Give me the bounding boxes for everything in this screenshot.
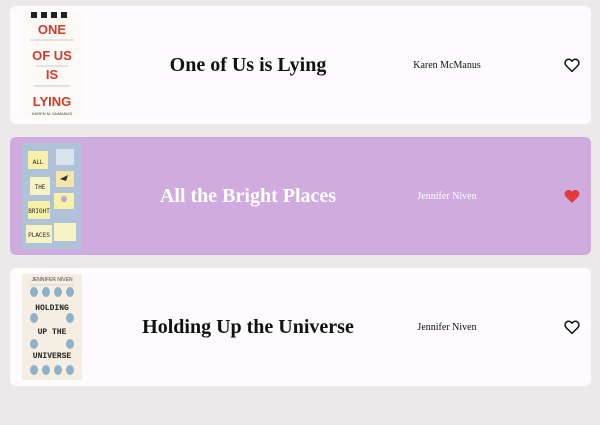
cover-author-line: JENNIFER NIVEN bbox=[31, 277, 73, 283]
book-cover-image: ALL THE BRIGHT PLACES bbox=[22, 143, 82, 249]
cover-title-line: ONE bbox=[38, 22, 67, 37]
favorite-button[interactable] bbox=[563, 318, 581, 336]
heart-outline-icon bbox=[564, 320, 580, 335]
book-card-holding-up-the-universe[interactable]: JENNIFER NIVEN HOLDING UP THE UNIVERSE H… bbox=[10, 268, 591, 386]
favorite-button[interactable] bbox=[563, 56, 581, 74]
book-author: Karen McManus bbox=[413, 59, 481, 71]
book-card-one-of-us-is-lying[interactable]: ONE OF US IS LYING KAREN M. McMANUS One … bbox=[10, 6, 591, 124]
book-cover-image: ONE OF US IS LYING KAREN M. McMANUS bbox=[22, 12, 82, 118]
book-cover-image: JENNIFER NIVEN HOLDING UP THE UNIVERSE bbox=[22, 274, 82, 380]
book-title: All the Bright Places bbox=[159, 184, 337, 207]
cover-author-line: KAREN M. McMANUS bbox=[32, 111, 73, 116]
cover-title-line: UNIVERSE bbox=[33, 352, 72, 361]
cover-title-line: PLACES bbox=[28, 232, 50, 239]
cover-title-line: OF US bbox=[32, 48, 72, 63]
book-card-all-the-bright-places[interactable]: ALL THE BRIGHT PLACES All the Bright Pla… bbox=[10, 137, 591, 255]
cover-title-line: UP THE bbox=[38, 328, 67, 337]
cover-title-line: ALL bbox=[33, 159, 44, 166]
cover-title-line: IS bbox=[46, 67, 59, 82]
heart-filled-icon bbox=[564, 189, 580, 203]
favorite-button[interactable] bbox=[563, 187, 581, 205]
cover-title-line: LYING bbox=[33, 94, 72, 109]
heart-outline-icon bbox=[564, 58, 580, 73]
book-list: ONE OF US IS LYING KAREN M. McMANUS One … bbox=[0, 0, 600, 425]
book-author: Jennifer Niven bbox=[417, 190, 477, 202]
book-title: One of Us is Lying bbox=[169, 53, 327, 76]
cover-title-line: HOLDING bbox=[35, 304, 69, 313]
cover-title-line: BRIGHT bbox=[28, 208, 50, 215]
cover-title-line: THE bbox=[35, 184, 46, 191]
book-title: Holding Up the Universe bbox=[142, 315, 354, 338]
book-author: Jennifer Niven bbox=[417, 321, 477, 333]
